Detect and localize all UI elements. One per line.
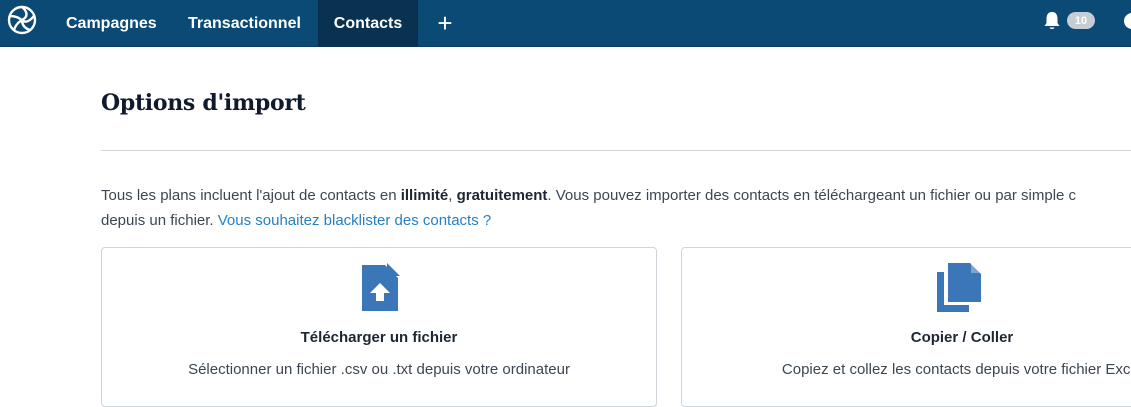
upload-card-description: Sélectionner un fichier .csv ou .txt dep…	[188, 361, 570, 378]
notification-badge[interactable]: 10	[1067, 12, 1095, 29]
bell-icon[interactable]	[1043, 11, 1061, 31]
avatar[interactable]	[1124, 13, 1131, 29]
add-button[interactable]: +	[432, 0, 458, 47]
top-navbar: Campagnes Transactionnel Contacts + 10	[0, 0, 1131, 47]
nav-item-contacts[interactable]: Contacts	[318, 0, 418, 47]
upload-file-card[interactable]: Télécharger un fichier Sélectionner un f…	[101, 247, 657, 407]
copy-card-description: Copiez et collez les contacts depuis vot…	[781, 361, 1131, 378]
intro-line-1: Tous les plans incluent l'ajout de conta…	[101, 183, 1131, 208]
copy-paste-card[interactable]: Copier / Coller Copiez et collez les con…	[681, 247, 1131, 407]
intro-text: Tous les plans incluent l'ajout de conta…	[101, 183, 1131, 233]
copy-card-title: Copier / Coller	[910, 329, 1014, 346]
intro-text-part: . Vous pouvez importer des contacts en t…	[547, 187, 1077, 204]
intro-text-part: depuis un fichier.	[101, 212, 218, 229]
intro-comma: ,	[448, 187, 457, 204]
copy-icon	[937, 263, 981, 312]
nav-item-campagnes[interactable]: Campagnes	[66, 0, 157, 47]
intro-line-2: depuis un fichier. Vous souhaitez blackl…	[101, 208, 1131, 233]
logo-icon[interactable]	[5, 3, 39, 37]
intro-text-part: Tous les plans incluent l'ajout de conta…	[101, 187, 401, 204]
blacklist-link[interactable]: Vous souhaitez blacklister des contacts …	[218, 212, 492, 229]
nav-item-transactionnel[interactable]: Transactionnel	[188, 0, 301, 47]
upload-card-title: Télécharger un fichier	[300, 329, 458, 346]
divider	[101, 150, 1131, 151]
intro-bold-gratuitement: gratuitement	[456, 187, 548, 204]
intro-bold-illimite: illimité	[400, 187, 449, 204]
file-upload-icon	[362, 263, 400, 311]
page-title: Options d'import	[101, 90, 306, 116]
